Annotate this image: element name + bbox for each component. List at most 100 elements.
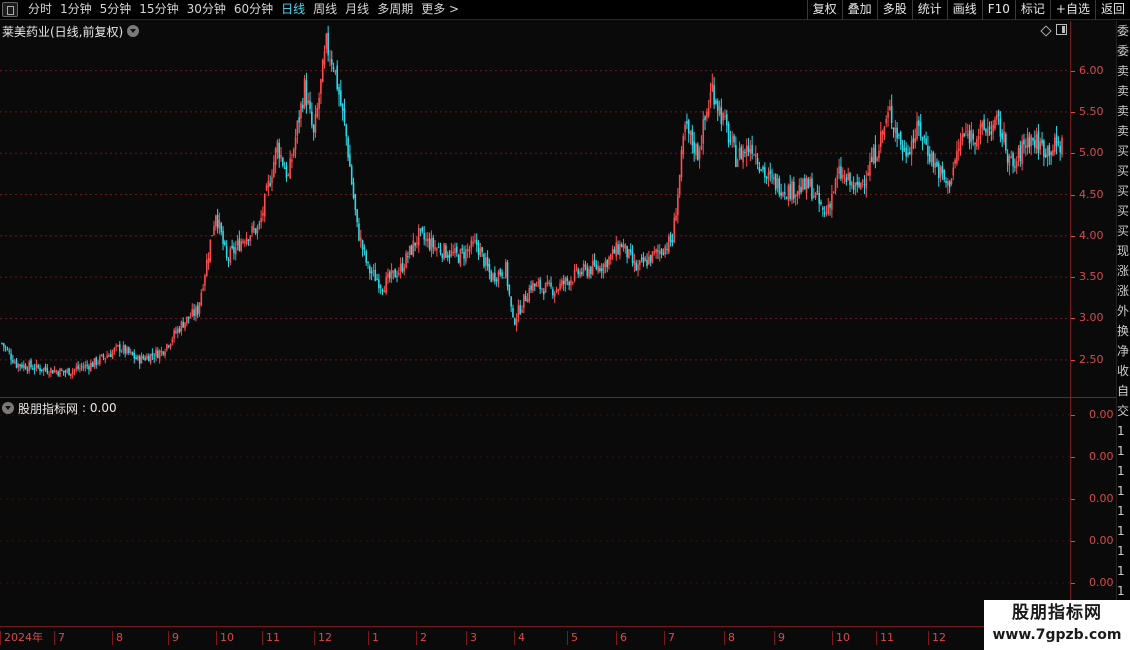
candle xyxy=(216,208,219,234)
candle xyxy=(731,130,734,148)
candle xyxy=(869,152,871,182)
candle xyxy=(33,364,36,375)
candle xyxy=(662,248,665,256)
quote-label-17: 收 xyxy=(1117,364,1130,378)
candle xyxy=(914,128,917,149)
period-tab-2[interactable]: 5分钟 xyxy=(96,0,136,20)
candle xyxy=(677,188,679,224)
toolbar-button-8[interactable]: 返回 xyxy=(1094,0,1130,20)
toolbar-button-4[interactable]: 画线 xyxy=(946,0,982,20)
period-tab-8[interactable]: 月线 xyxy=(341,0,373,20)
toolbar-button-3[interactable]: 统计 xyxy=(911,0,947,20)
period-tab-7[interactable]: 周线 xyxy=(309,0,341,20)
toolbar-button-2[interactable]: 多股 xyxy=(876,0,912,20)
candle xyxy=(544,282,547,293)
candle xyxy=(769,162,772,182)
chevron-down-icon[interactable] xyxy=(127,25,140,37)
quote-label-25: 1 xyxy=(1117,524,1125,538)
candle xyxy=(162,350,165,357)
candle xyxy=(173,328,175,343)
toolbar-button-1[interactable]: 叠加 xyxy=(841,0,877,20)
period-tab-10[interactable]: 更多 > xyxy=(417,0,463,20)
main-chart-panel[interactable]: 莱美药业(日线,前复权) xyxy=(0,21,1070,397)
candle xyxy=(883,125,886,141)
period-tab-4[interactable]: 30分钟 xyxy=(183,0,230,20)
candle xyxy=(93,357,96,369)
candle xyxy=(651,251,654,264)
candle xyxy=(138,354,141,369)
candle xyxy=(4,345,7,352)
candle xyxy=(820,199,822,206)
candle xyxy=(972,129,975,146)
candle xyxy=(515,313,518,332)
time-axis-label: 6 xyxy=(616,631,627,645)
candle xyxy=(71,367,74,379)
candle xyxy=(147,353,150,362)
candle xyxy=(1053,133,1056,156)
quote-label-23: 1 xyxy=(1117,484,1125,498)
indicator-value: : 0.00 xyxy=(82,401,117,415)
candle xyxy=(196,301,199,319)
candle xyxy=(1019,140,1022,167)
candle xyxy=(492,272,494,283)
period-tab-3[interactable]: 15分钟 xyxy=(135,0,182,20)
candle xyxy=(416,236,418,249)
quote-label-5: 卖 xyxy=(1117,124,1130,138)
candle xyxy=(602,262,605,279)
candle xyxy=(851,180,853,190)
candle xyxy=(937,160,940,187)
candle xyxy=(657,244,659,260)
candle xyxy=(624,243,627,254)
toolbar-button-0[interactable]: 复权 xyxy=(806,0,842,20)
price-tick-label: 4.00 xyxy=(1071,228,1104,242)
candle xyxy=(863,175,866,195)
candle xyxy=(448,249,451,264)
period-tab-6[interactable]: 日线 xyxy=(277,0,309,20)
chevron-down-icon[interactable] xyxy=(2,402,14,414)
candle xyxy=(691,124,694,154)
candle xyxy=(3,342,5,352)
panel-toggle-icon[interactable] xyxy=(1056,24,1067,35)
candle xyxy=(745,138,748,167)
candle xyxy=(17,363,20,372)
candle xyxy=(965,122,967,137)
time-axis-label: 11 xyxy=(876,631,894,645)
candle xyxy=(533,283,536,291)
quote-label-14: 外 xyxy=(1117,304,1130,318)
candle xyxy=(695,142,697,160)
candle xyxy=(441,253,444,263)
candle xyxy=(1005,132,1007,154)
candle xyxy=(838,158,840,180)
window-menu-icon[interactable] xyxy=(2,2,18,17)
candle xyxy=(733,133,735,148)
toolbar-button-7[interactable]: +自选 xyxy=(1049,0,1095,20)
candle xyxy=(311,102,313,129)
candle xyxy=(742,144,744,169)
candle xyxy=(698,146,701,169)
period-tab-0[interactable]: 分时 xyxy=(24,0,56,20)
candle xyxy=(834,177,837,195)
candle xyxy=(21,362,23,369)
candle xyxy=(1,342,3,345)
candle xyxy=(988,121,991,136)
period-tab-9[interactable]: 多周期 xyxy=(373,0,417,20)
candle xyxy=(329,49,331,67)
candle xyxy=(990,121,993,141)
candle xyxy=(106,350,108,359)
candle xyxy=(646,253,648,269)
candle xyxy=(358,217,360,242)
toolbar-button-5[interactable]: F10 xyxy=(981,0,1015,20)
candle xyxy=(205,253,208,277)
toolbar-button-6[interactable]: 标记 xyxy=(1014,0,1050,20)
candle xyxy=(689,130,692,145)
diamond-icon[interactable] xyxy=(1040,24,1052,37)
period-tab-1[interactable]: 1分钟 xyxy=(56,0,96,20)
indicator-panel[interactable]: 股朋指标网 : 0.00 xyxy=(0,398,1070,626)
candle xyxy=(626,245,628,264)
candle xyxy=(80,362,83,371)
candle xyxy=(836,167,839,188)
candle xyxy=(1059,140,1061,161)
price-tick-label: 4.50 xyxy=(1071,187,1104,201)
price-tick-label: 3.50 xyxy=(1071,270,1104,284)
period-tab-5[interactable]: 60分钟 xyxy=(230,0,277,20)
